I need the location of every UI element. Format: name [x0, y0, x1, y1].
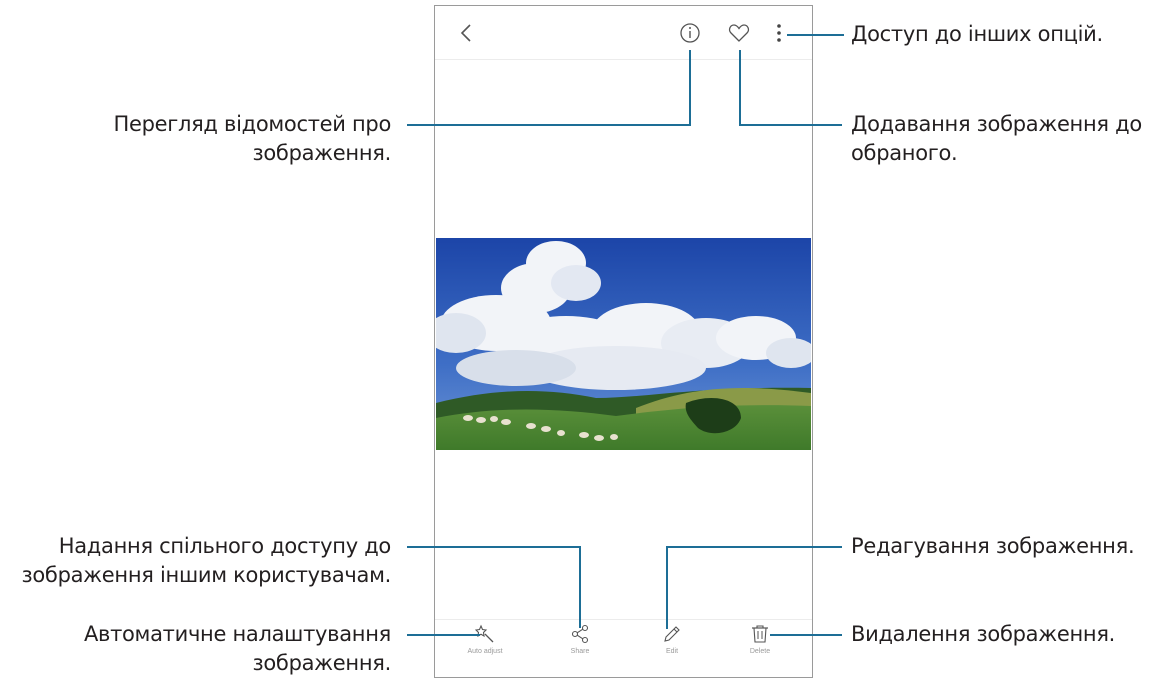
bottom-bar-divider	[435, 619, 812, 620]
trash-icon	[752, 625, 768, 643]
delete-button[interactable]: Delete	[725, 624, 795, 656]
delete-label: Delete	[749, 648, 771, 655]
auto-adjust-label: Auto adjust	[467, 648, 503, 655]
phone-screen: Auto adjust Share Edit Delete	[434, 5, 813, 678]
auto-adjust-callout: Автоматичне налаштування зображення.	[83, 622, 391, 675]
pencil-icon	[664, 626, 680, 642]
share-label: Share	[570, 648, 590, 655]
chevron-left-icon[interactable]	[457, 22, 477, 44]
edit-label: Edit	[665, 648, 679, 655]
landscape-photo	[436, 238, 811, 450]
view-details-callout: Перегляд відомостей про зображення.	[113, 112, 391, 165]
more-vertical-icon[interactable]	[775, 23, 783, 43]
auto-adjust-button[interactable]: Auto adjust	[450, 624, 520, 656]
edit-callout: Редагування зображення.	[851, 534, 1135, 558]
more-options-callout: Доступ до інших опцій.	[851, 22, 1103, 46]
share-callout: Надання спільного доступу до зображення …	[21, 534, 392, 587]
info-icon[interactable]	[679, 22, 701, 44]
top-bar-divider	[435, 59, 812, 60]
share-icon	[571, 624, 589, 644]
heart-icon[interactable]	[728, 23, 750, 43]
edit-button[interactable]: Edit	[637, 624, 707, 656]
share-button[interactable]: Share	[545, 624, 615, 656]
add-favourite-callout: Додавання зображення до обраного.	[851, 112, 1142, 165]
delete-callout: Видалення зображення.	[851, 622, 1116, 646]
magic-wand-icon	[475, 624, 494, 643]
